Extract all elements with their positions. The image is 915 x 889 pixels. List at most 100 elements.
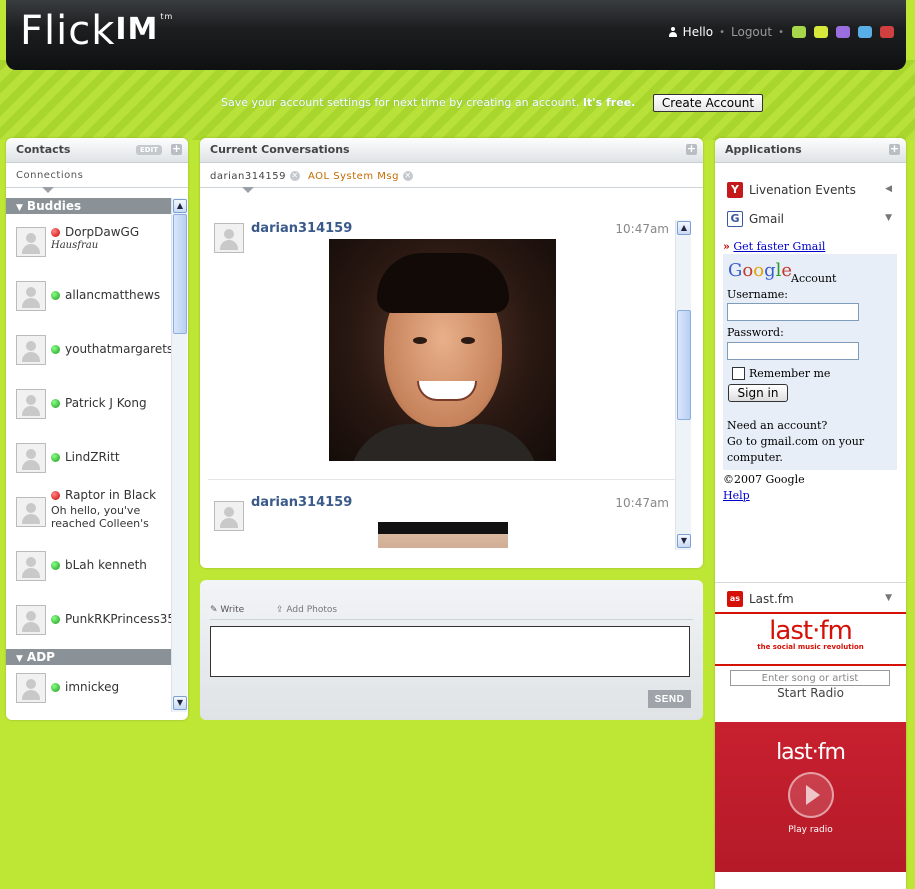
- avatar: [16, 551, 46, 581]
- conversations-panel: Current Conversations + darian314159 ✕ AO…: [200, 138, 703, 568]
- gmail-login-box: Google Account Username: Password: Remem…: [723, 254, 897, 470]
- hello-link[interactable]: Hello: [683, 25, 713, 39]
- contacts-header: Contacts EDIT +: [6, 138, 188, 163]
- scroll-up-icon[interactable]: ▲: [677, 221, 691, 235]
- message-item: darian314159 10:47am: [200, 218, 675, 480]
- new-conversation-button[interactable]: +: [686, 143, 697, 155]
- flickim-logo[interactable]: FlickIM tm: [20, 8, 173, 54]
- close-tab-icon[interactable]: ✕: [290, 171, 301, 181]
- avatar: [16, 227, 46, 257]
- app-lastfm[interactable]: as Last.fm ▼: [715, 586, 906, 612]
- buddy-row[interactable]: allancmatthews: [6, 268, 171, 322]
- message-sender[interactable]: darian314159: [251, 495, 352, 510]
- status-away-icon: [51, 491, 60, 500]
- scroll-thumb[interactable]: [677, 310, 691, 420]
- theme-green-swatch[interactable]: [792, 26, 806, 38]
- scroll-down-icon[interactable]: ▼: [677, 534, 691, 548]
- scroll-thumb[interactable]: [173, 214, 187, 334]
- applications-header: Applications +: [715, 138, 906, 163]
- avatar: [16, 281, 46, 311]
- upload-icon: ⇪: [276, 605, 284, 615]
- lastfm-player: last·fm Play radio: [715, 722, 906, 872]
- add-contact-button[interactable]: +: [171, 143, 182, 155]
- theme-purple-swatch[interactable]: [836, 26, 850, 38]
- contacts-scrollbar[interactable]: ▲ ▼: [171, 198, 187, 712]
- compose-area: ✎ Write ⇪ Add Photos SEND: [200, 580, 703, 720]
- avatar: [16, 673, 46, 703]
- logout-link[interactable]: Logout: [731, 25, 772, 39]
- app-gmail[interactable]: G Gmail ▼: [715, 206, 906, 232]
- status-online-icon: [51, 453, 60, 462]
- caret-down-icon[interactable]: ▼: [885, 213, 892, 223]
- add-photos-tab[interactable]: ⇪ Add Photos: [276, 605, 337, 615]
- buddy-row[interactable]: Patrick J Kong: [6, 376, 171, 430]
- user-icon: [668, 27, 677, 37]
- livenation-icon: Y: [727, 182, 743, 198]
- avatar: [214, 501, 244, 531]
- gmail-faster-link[interactable]: » Get faster Gmail: [723, 240, 825, 253]
- status-online-icon: [51, 291, 60, 300]
- scroll-down-icon[interactable]: ▼: [173, 696, 187, 710]
- status-online-icon: [51, 561, 60, 570]
- app-livenation[interactable]: Y Livenation Events ◀: [715, 177, 906, 203]
- lastfm-icon: as: [727, 591, 743, 607]
- caret-down-icon[interactable]: ▼: [885, 593, 892, 603]
- promo-text: Save your account settings for next time…: [221, 96, 636, 109]
- caret-left-icon[interactable]: ◀: [885, 184, 892, 194]
- contacts-panel: Contacts EDIT + Connections ▼ Buddies Dor…: [6, 138, 188, 720]
- applications-panel: Applications + Y Livenation Events ◀ G G…: [715, 138, 906, 889]
- create-account-button[interactable]: Create Account: [653, 94, 763, 112]
- avatar: [16, 443, 46, 473]
- top-header: FlickIM tm Hello • Logout •: [6, 0, 906, 70]
- theme-yellow-swatch[interactable]: [814, 26, 828, 38]
- pencil-icon: ✎: [210, 605, 218, 615]
- message-time: 10:47am: [615, 222, 669, 236]
- start-radio-button[interactable]: Start Radio: [715, 686, 906, 700]
- scroll-up-icon[interactable]: ▲: [173, 199, 187, 213]
- remember-me-checkbox[interactable]: [732, 367, 745, 380]
- shared-photo[interactable]: [378, 522, 508, 548]
- buddy-row[interactable]: imnickeg: [6, 665, 171, 705]
- add-application-button[interactable]: +: [889, 143, 900, 155]
- buddy-row[interactable]: PunkRKPrincess35: [6, 592, 175, 646]
- gmail-username-input[interactable]: [727, 303, 859, 321]
- edit-contacts-button[interactable]: EDIT: [136, 145, 162, 155]
- buddy-row[interactable]: Raptor in Black Oh hello, you've reached…: [6, 484, 171, 538]
- avatar: [16, 497, 46, 527]
- write-tab[interactable]: ✎ Write: [210, 605, 244, 615]
- gmail-icon: G: [727, 211, 743, 227]
- avatar: [16, 335, 46, 365]
- status-away-icon: [51, 228, 60, 237]
- message-input[interactable]: [210, 626, 690, 677]
- send-button[interactable]: SEND: [648, 690, 691, 708]
- status-online-icon: [51, 615, 60, 624]
- gmail-help-link[interactable]: Help: [723, 488, 750, 504]
- group-buddies[interactable]: ▼ Buddies: [6, 198, 171, 214]
- tab-aol-system-msg[interactable]: AOL System Msg ✕: [308, 171, 413, 182]
- gmail-password-input[interactable]: [727, 342, 859, 360]
- theme-blue-swatch[interactable]: [858, 26, 872, 38]
- play-icon[interactable]: [788, 772, 834, 818]
- tab-darian314159[interactable]: darian314159 ✕: [210, 171, 301, 182]
- theme-red-swatch[interactable]: [880, 26, 894, 38]
- gmail-signin-button[interactable]: Sign in: [728, 384, 788, 402]
- message-time: 10:47am: [615, 496, 669, 510]
- avatar: [214, 223, 244, 253]
- group-adp[interactable]: ▼ ADP: [6, 649, 171, 665]
- conversation-scrollbar[interactable]: ▲ ▼: [675, 220, 691, 550]
- message-sender[interactable]: darian314159: [251, 221, 352, 236]
- buddy-row[interactable]: bLah kenneth: [6, 538, 171, 592]
- message-item: darian314159 10:47am: [200, 492, 675, 548]
- close-tab-icon[interactable]: ✕: [402, 171, 413, 181]
- avatar: [16, 389, 46, 419]
- status-online-icon: [51, 345, 60, 354]
- connections-tab[interactable]: Connections: [6, 163, 188, 193]
- google-logo: Google: [728, 260, 793, 281]
- buddy-row[interactable]: DorpDawGG Hausfrau: [6, 214, 171, 268]
- buddy-row[interactable]: LindZRitt: [6, 430, 171, 484]
- buddy-row[interactable]: youthatmargarets: [6, 322, 173, 376]
- shared-photo[interactable]: [329, 239, 556, 461]
- lastfm-search-input[interactable]: Enter song or artist: [730, 670, 890, 686]
- status-online-icon: [51, 683, 60, 692]
- avatar: [16, 605, 46, 635]
